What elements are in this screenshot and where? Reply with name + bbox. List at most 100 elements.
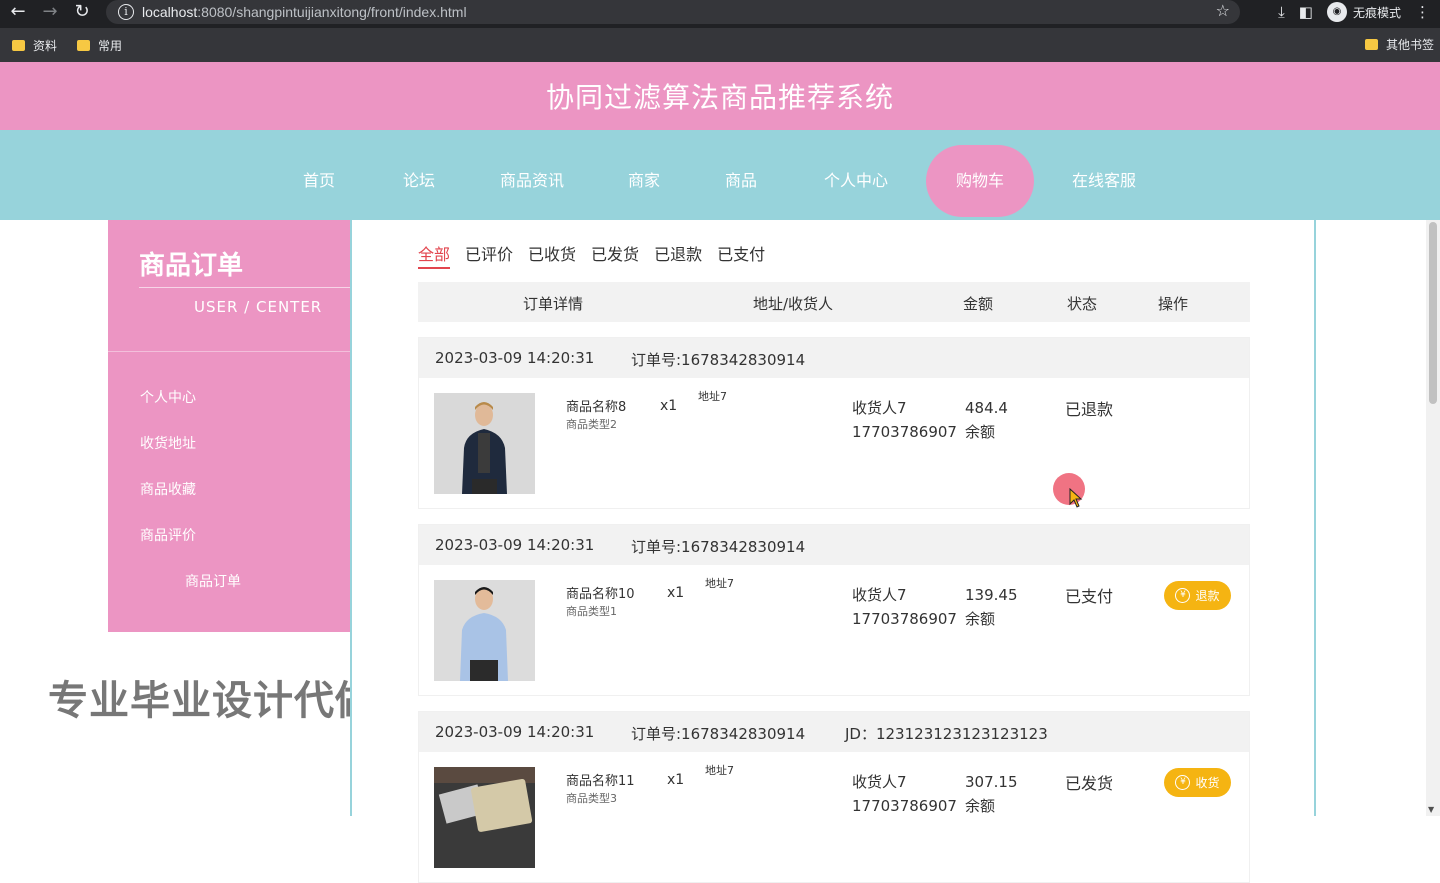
order-date: 2023-03-09 14:20:31: [435, 349, 595, 367]
scroll-down-icon[interactable]: ▼: [1428, 805, 1434, 814]
sidebar-title: 商品订单: [139, 251, 244, 281]
nav-item-home[interactable]: 首页: [303, 145, 335, 217]
sidebar-item-address[interactable]: 收货地址: [140, 433, 196, 453]
mouse-pointer-icon: [1069, 488, 1083, 508]
page-scrollbar[interactable]: ▼: [1426, 220, 1440, 816]
order-row: 2023-03-09 14:20:31 订单号:1678342830914 商品…: [418, 337, 1250, 509]
sidebar: 商品订单 USER / CENTER 个人中心 收货地址 商品收藏 商品评价 商…: [108, 220, 350, 632]
receiver-info: 收货人7 17703786907: [852, 396, 957, 444]
order-status: 已发货: [1065, 774, 1114, 793]
sidebar-item-favorites[interactable]: 商品收藏: [140, 479, 196, 499]
receiver-name: 收货人7: [852, 399, 907, 417]
tab-refunded[interactable]: 已退款: [654, 241, 702, 269]
order-status: 已退款: [1065, 400, 1114, 419]
tab-received[interactable]: 已收货: [528, 241, 576, 269]
folder-icon: [77, 39, 91, 51]
receiver-info: 收货人7 17703786907: [852, 583, 957, 631]
order-amount: 139.45 余额: [965, 583, 1018, 631]
download-icon[interactable]: ⤓: [1278, 3, 1285, 21]
tab-reviewed[interactable]: 已评价: [465, 241, 513, 269]
url-text: localhost:8080/shangpintuijianxitong/fro…: [142, 4, 467, 20]
nav-item-cart[interactable]: 购物车: [926, 145, 1034, 217]
folder-icon: [1364, 39, 1378, 50]
incognito-badge[interactable]: ◉ 无痕模式: [1326, 2, 1401, 22]
order-address: 地址7: [705, 577, 734, 590]
back-icon[interactable]: ←: [4, 0, 32, 24]
pay-method: 余额: [965, 423, 996, 441]
sidebar-item-reviews[interactable]: 商品评价: [140, 525, 196, 545]
forward-icon[interactable]: →: [36, 0, 64, 24]
receiver-phone: 17703786907: [852, 797, 957, 815]
yen-icon: ¥: [1175, 588, 1191, 603]
yen-icon: ¥: [1175, 775, 1191, 790]
bookmark-folder[interactable]: 常用: [77, 37, 122, 54]
order-date: 2023-03-09 14:20:31: [435, 723, 595, 741]
product-name[interactable]: 商品名称11: [566, 770, 635, 789]
product-image[interactable]: [434, 767, 535, 868]
amount-value: 139.45: [965, 586, 1018, 604]
order-status: 已支付: [1065, 587, 1114, 606]
incognito-icon: ◉: [1326, 2, 1347, 22]
receiver-info: 收货人7 17703786907: [852, 770, 957, 818]
sidebar-title-divider: [139, 287, 350, 288]
product-type: 商品类型2: [566, 418, 617, 431]
refund-button[interactable]: ¥ 退款: [1164, 581, 1231, 610]
tab-all[interactable]: 全部: [418, 241, 451, 269]
order-amount: 484.4 余额: [965, 396, 1008, 444]
nav-item-support[interactable]: 在线客服: [1072, 145, 1136, 217]
column-header: 金额: [963, 295, 994, 313]
product-name[interactable]: 商品名称10: [566, 583, 635, 602]
incognito-label: 无痕模式: [1352, 5, 1401, 20]
receiver-phone: 17703786907: [852, 610, 957, 628]
order-header: 2023-03-09 14:20:31 订单号:1678342830914: [419, 338, 1249, 378]
sidebar-item-user-center[interactable]: 个人中心: [140, 387, 196, 407]
product-image[interactable]: [434, 580, 535, 681]
nav-item-news[interactable]: 商品资讯: [500, 145, 564, 217]
order-address: 地址7: [705, 764, 734, 777]
nav-item-merchants[interactable]: 商家: [628, 145, 660, 217]
bookmarks-bar: 资料 常用 其他书签: [0, 28, 1440, 62]
order-header: 2023-03-09 14:20:31 订单号:1678342830914: [419, 525, 1249, 565]
order-row: 2023-03-09 14:20:31 订单号:1678342830914 商品…: [418, 524, 1250, 696]
nav-item-user-center[interactable]: 个人中心: [824, 145, 888, 217]
product-quantity: x1: [667, 585, 685, 601]
main-nav: 首页 论坛 商品资讯 商家 商品 个人中心 购物车 在线客服: [0, 130, 1440, 220]
nav-item-forum[interactable]: 论坛: [403, 145, 435, 217]
confirm-receipt-button[interactable]: ¥ 收货: [1164, 768, 1231, 797]
product-quantity: x1: [667, 772, 685, 788]
site-header: 协同过滤算法商品推荐系统: [0, 62, 1440, 130]
receiver-name: 收货人7: [852, 773, 907, 791]
site-info-icon[interactable]: i: [118, 4, 134, 20]
sidepanel-icon[interactable]: ◧: [1299, 3, 1313, 21]
menu-dots-icon[interactable]: ⋮: [1415, 3, 1430, 21]
order-date: 2023-03-09 14:20:31: [435, 536, 595, 554]
browser-toolbar: ← → ↻ i localhost:8080/shangpintuijianxi…: [0, 0, 1440, 28]
product-name[interactable]: 商品名称8: [566, 396, 626, 415]
reload-icon[interactable]: ↻: [68, 0, 96, 24]
scrollbar-thumb[interactable]: [1429, 222, 1437, 404]
other-bookmarks[interactable]: 其他书签: [1364, 36, 1434, 53]
receiver-name: 收货人7: [852, 586, 907, 604]
order-number: 订单号:1678342830914: [631, 725, 806, 743]
order-header: 2023-03-09 14:20:31 订单号:1678342830914 JD…: [419, 712, 1249, 752]
pay-method: 余额: [965, 610, 996, 628]
amount-value: 484.4: [965, 399, 1008, 417]
bookmark-folder[interactable]: 资料: [12, 37, 57, 54]
column-header: 状态: [1067, 295, 1098, 313]
sidebar-item-orders[interactable]: 商品订单: [185, 571, 241, 591]
amount-value: 307.15: [965, 773, 1018, 791]
product-image[interactable]: [434, 393, 535, 494]
sidebar-divider: [108, 351, 350, 352]
order-status-tabs: 全部 已评价 已收货 已发货 已退款 已支付: [418, 241, 765, 269]
column-header: 订单详情: [523, 295, 584, 313]
nav-item-products[interactable]: 商品: [725, 145, 757, 217]
address-bar[interactable]: i localhost:8080/shangpintuijianxitong/f…: [106, 0, 1240, 24]
bookmark-star-icon[interactable]: ☆: [1216, 1, 1230, 20]
folder-icon: [12, 39, 25, 51]
product-type: 商品类型3: [566, 792, 617, 805]
order-address: 地址7: [698, 390, 727, 403]
order-number: 订单号:1678342830914: [631, 538, 806, 556]
tab-paid[interactable]: 已支付: [717, 241, 765, 269]
tracking-number: JD：123123123123123123: [845, 725, 1048, 743]
tab-shipped[interactable]: 已发货: [591, 241, 639, 269]
